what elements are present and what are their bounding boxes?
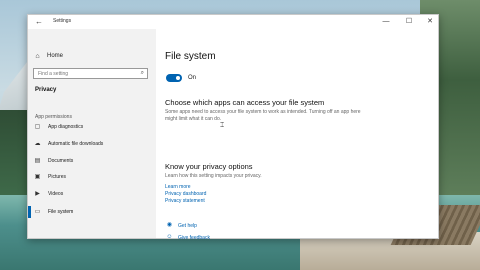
give-feedback-link[interactable]: ☺ Give feedback: [165, 233, 210, 242]
get-help-link[interactable]: ◉ Get help: [165, 221, 197, 230]
search-placeholder: Find a setting: [38, 71, 69, 77]
picture-icon: ▣: [34, 173, 41, 180]
cloud-icon: ☁: [34, 140, 41, 147]
minimize-button[interactable]: —: [378, 17, 394, 27]
wallpaper-forest-left: [0, 110, 30, 200]
mouse-cursor-icon: ⌶: [220, 122, 225, 129]
search-input[interactable]: Find a setting ⌕: [33, 68, 148, 79]
section-heading-choose-apps: Choose which apps can access your file s…: [165, 98, 325, 107]
page-title: File system: [165, 51, 216, 62]
file-system-icon: ▭: [34, 208, 41, 215]
get-help-label: Get help: [178, 222, 197, 229]
sidebar-item-label: File system: [48, 209, 74, 215]
search-icon: ⌕: [140, 70, 144, 76]
window-title: Settings: [53, 18, 72, 24]
sidebar-item-automatic-file-downloads[interactable]: ☁ Automatic file downloads: [33, 139, 104, 149]
settings-window: ← Settings — ☐ ✕ ⌂ Home Find a setting ⌕…: [27, 14, 439, 241]
sidebar-item-app-diagnostics[interactable]: ▢ App diagnostics: [33, 123, 84, 131]
sidebar-item-label: Pictures: [48, 174, 67, 180]
help-icon: ◉: [166, 222, 173, 228]
give-feedback-label: Give feedback: [178, 234, 210, 241]
privacy-statement-link[interactable]: Privacy statement: [165, 198, 205, 204]
sidebar-item-documents[interactable]: ▤ Documents: [33, 156, 74, 166]
section-body-privacy: Learn how this setting impacts your priv…: [165, 173, 262, 179]
sidebar-item-pictures[interactable]: ▣ Pictures: [33, 172, 66, 182]
nav-home[interactable]: ⌂ Home: [33, 51, 63, 61]
video-icon: ▶: [35, 190, 40, 197]
section-title: Privacy: [35, 87, 57, 93]
sidebar-item-label: Videos: [48, 191, 64, 197]
learn-more-link[interactable]: Learn more: [165, 184, 191, 190]
toggle-state-label: On: [188, 75, 197, 81]
toggle-knob: [176, 76, 180, 80]
feedback-icon: ☺: [166, 234, 173, 240]
back-arrow-icon[interactable]: ←: [33, 17, 45, 27]
sidebar-item-label: App diagnostics: [48, 124, 84, 130]
diagnostics-icon: ▢: [34, 123, 41, 130]
group-label: App permissions: [35, 114, 72, 120]
title-bar: ← Settings — ☐ ✕: [28, 15, 438, 29]
home-icon: ⌂: [35, 52, 40, 60]
privacy-dashboard-link[interactable]: Privacy dashboard: [165, 191, 206, 197]
nav-home-label: Home: [47, 53, 64, 59]
sidebar-item-label: Automatic file downloads: [48, 141, 104, 147]
sidebar: ⌂ Home Find a setting ⌕ Privacy App perm…: [28, 29, 156, 238]
section-body-choose-apps: Some apps need to access your file syste…: [165, 109, 361, 122]
sidebar-item-label: Documents: [48, 158, 74, 164]
maximize-button[interactable]: ☐: [401, 17, 417, 27]
sidebar-item-file-system[interactable]: ▭ File system: [33, 207, 74, 217]
document-icon: ▤: [34, 157, 41, 164]
close-button[interactable]: ✕: [422, 17, 438, 27]
file-system-toggle[interactable]: [166, 74, 182, 82]
selection-indicator: [28, 206, 31, 218]
main-content: File system On Choose which apps can acc…: [156, 29, 438, 241]
section-heading-privacy: Know your privacy options: [165, 162, 253, 171]
sidebar-item-videos[interactable]: ▶ Videos: [33, 189, 63, 199]
